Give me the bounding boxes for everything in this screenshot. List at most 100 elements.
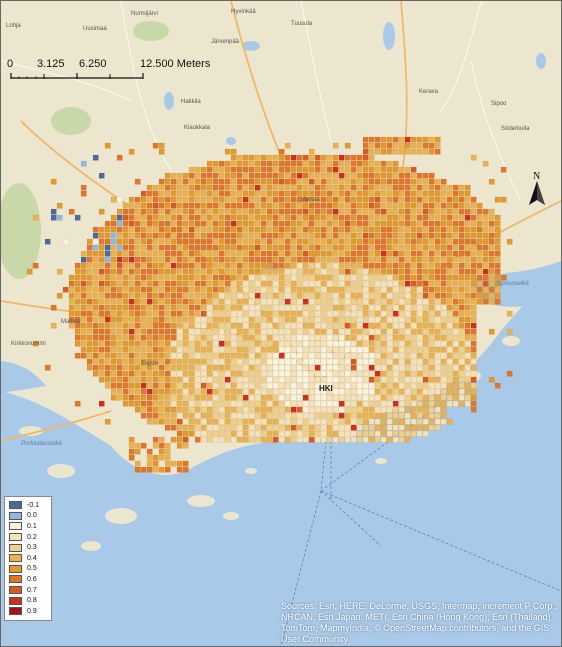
grid-cell xyxy=(422,292,429,299)
grid-cell xyxy=(218,436,225,443)
grid-cell xyxy=(308,154,315,161)
grid-cell xyxy=(314,202,321,209)
grid-cell xyxy=(440,286,447,293)
grid-cell xyxy=(416,214,423,221)
grid-cell xyxy=(284,178,291,185)
grid-cell xyxy=(422,142,429,149)
grid-cell xyxy=(158,454,165,461)
grid-cell xyxy=(374,166,381,173)
grid-cell xyxy=(188,310,195,317)
grid-cell xyxy=(308,340,315,347)
grid-cell xyxy=(356,406,363,413)
grid-cell xyxy=(290,166,297,173)
grid-cell xyxy=(176,460,183,467)
grid-cell xyxy=(134,466,141,473)
grid-cell xyxy=(236,412,243,419)
grid-cell xyxy=(290,262,297,269)
grid-cell xyxy=(158,316,165,323)
grid-cell xyxy=(188,262,195,269)
grid-cell xyxy=(236,286,243,293)
grid-cell xyxy=(128,340,135,347)
grid-cell xyxy=(446,244,453,251)
grid-cell xyxy=(218,358,225,365)
grid-cell xyxy=(296,358,303,365)
grid-cell xyxy=(452,400,459,407)
grid-cell xyxy=(278,316,285,323)
grid-cell xyxy=(134,448,141,455)
grid-cell xyxy=(134,214,141,221)
grid-cell xyxy=(350,244,357,251)
grid-cell xyxy=(392,304,399,311)
grid-cell xyxy=(458,262,465,269)
grid-cell xyxy=(200,436,207,443)
grid-cell xyxy=(254,286,261,293)
grid-cell xyxy=(482,298,489,305)
grid-cell xyxy=(290,364,297,371)
grid-cell xyxy=(266,166,273,173)
grid-cell xyxy=(146,310,153,317)
grid-cell xyxy=(194,328,201,335)
grid-cell xyxy=(398,208,405,215)
grid-cell xyxy=(428,238,435,245)
grid-cell xyxy=(218,190,225,197)
grid-cell xyxy=(92,316,99,323)
grid-cell xyxy=(140,268,147,275)
grid-cell xyxy=(470,220,477,227)
grid-cell xyxy=(434,304,441,311)
grid-cell xyxy=(224,166,231,173)
grid-cell xyxy=(134,442,141,449)
grid-cell xyxy=(200,202,207,209)
grid-cell xyxy=(146,184,153,191)
grid-cell xyxy=(338,304,345,311)
grid-cell xyxy=(236,220,243,227)
grid-cell xyxy=(416,250,423,257)
grid-cell xyxy=(206,286,213,293)
grid-cell xyxy=(308,328,315,335)
grid-cell xyxy=(326,394,333,401)
grid-cell xyxy=(362,256,369,263)
grid-cell xyxy=(440,394,447,401)
grid-cell xyxy=(374,352,381,359)
grid-cell xyxy=(380,364,387,371)
grid-cell xyxy=(188,232,195,239)
grid-cell xyxy=(452,298,459,305)
grid-cell xyxy=(446,418,453,425)
grid-cell xyxy=(164,328,171,335)
grid-cell xyxy=(392,316,399,323)
grid-cell xyxy=(254,310,261,317)
grid-cell xyxy=(170,406,177,413)
grid-cell xyxy=(104,256,111,263)
grid-cell xyxy=(410,196,417,203)
grid-cell xyxy=(440,196,447,203)
grid-cell xyxy=(182,382,189,389)
grid-cell xyxy=(374,196,381,203)
grid-cell xyxy=(230,166,237,173)
grid-cell xyxy=(278,154,285,161)
grid-cell xyxy=(260,232,267,239)
grid-cell xyxy=(422,136,429,143)
place-label: Lohja xyxy=(6,23,21,29)
grid-cell xyxy=(164,466,171,473)
grid-cell xyxy=(374,406,381,413)
grid-cell xyxy=(254,388,261,395)
grid-cell xyxy=(200,358,207,365)
grid-cell xyxy=(350,250,357,257)
grid-cell xyxy=(248,424,255,431)
grid-cell xyxy=(152,460,159,467)
grid-cell xyxy=(116,304,123,311)
grid-cell xyxy=(182,412,189,419)
grid-cell xyxy=(344,346,351,353)
grid-cell xyxy=(110,238,117,245)
grid-cell xyxy=(338,430,345,437)
grid-cell xyxy=(194,250,201,257)
grid-cell xyxy=(404,436,411,443)
grid-cell xyxy=(362,160,369,167)
grid-cell xyxy=(200,214,207,221)
grid-cell xyxy=(260,196,267,203)
grid-cell xyxy=(260,376,267,383)
grid-cell xyxy=(314,280,321,287)
grid-cell xyxy=(236,280,243,287)
grid-cell xyxy=(290,268,297,275)
grid-cell xyxy=(320,226,327,233)
grid-cell xyxy=(194,274,201,281)
